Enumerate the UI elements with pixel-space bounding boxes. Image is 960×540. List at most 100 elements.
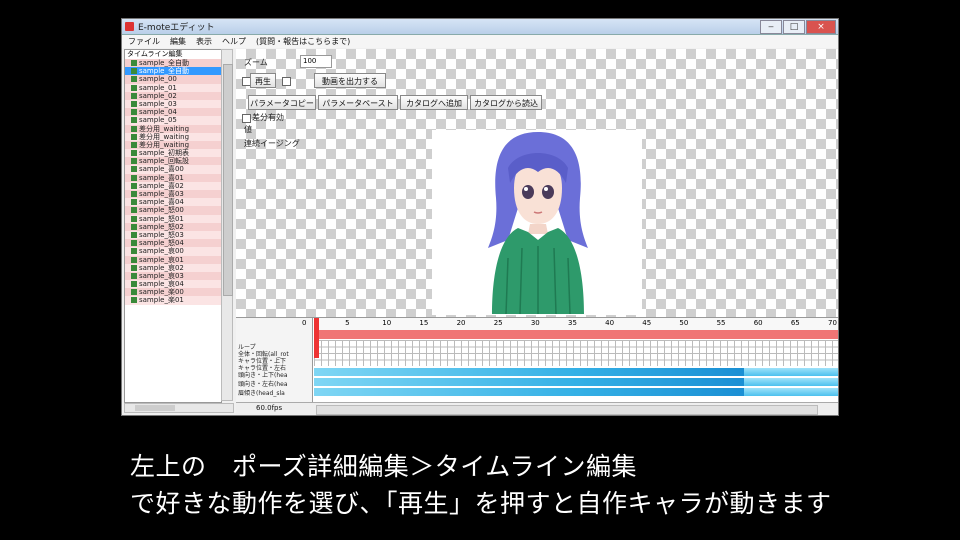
motion-icon	[131, 125, 137, 132]
loop-checkbox[interactable]	[282, 77, 291, 86]
motion-icon	[131, 60, 137, 66]
tree-item[interactable]: sample_全自動	[125, 67, 221, 76]
tree-item-label: sample_04	[139, 108, 177, 117]
frame-tick-label: 35	[568, 319, 577, 327]
tree-item[interactable]: sample_怒00	[125, 206, 221, 215]
scroll-thumb[interactable]	[135, 405, 175, 411]
tree-item[interactable]: sample_喜00	[125, 165, 221, 174]
tree-item[interactable]: sample_喜02	[125, 181, 221, 190]
track-label[interactable]: 眉傾き(head_sla	[238, 388, 285, 397]
tree-vertical-scrollbar[interactable]	[221, 49, 233, 401]
motion-icon	[131, 182, 137, 189]
zoom-input[interactable]: 100	[300, 55, 332, 68]
timeline-horizontal-scrollbar[interactable]	[316, 405, 818, 415]
motion-icon	[131, 109, 137, 116]
diff-enable-checkbox[interactable]	[242, 114, 251, 123]
tree-item[interactable]: sample_喜01	[125, 173, 221, 182]
tree-horizontal-scrollbar[interactable]	[124, 403, 234, 413]
tree-root[interactable]: タイムライン編集	[125, 50, 221, 59]
keyframe-bar[interactable]	[744, 388, 838, 396]
frame-tick-label: 25	[493, 319, 503, 327]
motion-icon	[131, 141, 137, 148]
tree-item[interactable]: sample_00	[125, 75, 221, 84]
export-video-button[interactable]: 動画を出力する	[314, 73, 386, 88]
tree-item[interactable]: sample_怒01	[125, 214, 221, 223]
keyframe-bar[interactable]	[314, 368, 744, 376]
tree-item[interactable]: sample_哀00	[125, 247, 221, 256]
frame-tick-label: 70	[828, 319, 837, 327]
timeline-grid[interactable]: 0 5 10 15 20 25 30 35 40 45 50 55 60 65 70	[302, 318, 838, 402]
param-copy-button[interactable]: パラメータコピー	[248, 95, 316, 110]
close-button[interactable]: ×	[806, 20, 836, 34]
motion-icon	[131, 264, 137, 271]
menu-edit[interactable]: 編集	[170, 35, 186, 48]
motion-icon	[131, 231, 137, 238]
tree-item-label: sample_初期表	[139, 149, 189, 158]
tree-item[interactable]: sample_03	[125, 99, 221, 109]
tree-item[interactable]: sample_02	[125, 91, 221, 100]
tree-item-label: sample_喜01	[139, 173, 184, 182]
zoom-label: ズーム	[244, 58, 268, 67]
tree-item[interactable]: 差分用_waiting	[125, 132, 221, 141]
tree-item[interactable]: 差分用_waiting	[125, 124, 221, 133]
tree-item[interactable]: sample_哀03	[125, 271, 221, 281]
tree-item-label: sample_喜02	[139, 181, 184, 190]
tree-item[interactable]: 差分用_waiting	[125, 140, 221, 150]
frame-tick-label: 30	[530, 319, 540, 327]
frame-tick-label: 65	[790, 319, 800, 327]
motion-icon	[131, 297, 137, 304]
keyframe-bar[interactable]	[744, 368, 838, 376]
keyframe-bar[interactable]	[744, 378, 838, 386]
tree-item-label: sample_怒00	[139, 206, 184, 215]
title-bar: E-moteエディット ‒ □ ×	[122, 19, 838, 35]
frame-tick-label: 55	[716, 319, 726, 327]
tree-item[interactable]: sample_哀01	[125, 255, 221, 264]
catalog-load-button[interactable]: カタログから読込	[470, 95, 542, 110]
frame-tick-label: 5	[345, 319, 350, 327]
frame-tick-label: 0	[302, 319, 307, 327]
tree-item-label: 差分用_waiting	[139, 132, 190, 141]
tree-item-label: sample_哀02	[139, 263, 184, 272]
menu-feedback[interactable]: (質問・報告はこちらまで)	[256, 35, 350, 48]
menu-bar: ファイル 編集 表示 ヘルプ (質問・報告はこちらまで)	[122, 35, 838, 48]
track-label[interactable]: 頭向き・左右(hea	[238, 379, 288, 388]
scroll-thumb[interactable]	[223, 64, 233, 296]
param-paste-button[interactable]: パラメータペースト	[318, 95, 398, 110]
tree-item-label: sample_哀04	[139, 280, 184, 289]
menu-file[interactable]: ファイル	[128, 35, 160, 48]
keyframe-bar[interactable]	[314, 388, 744, 396]
track-label[interactable]: 頭向き・上下(hea	[238, 370, 288, 379]
frame-tick-label: 10	[382, 319, 392, 327]
continuous-easing-label: 連続イージング	[244, 139, 300, 148]
tree-item[interactable]: sample_04	[125, 108, 221, 117]
tree-item[interactable]: sample_怒03	[125, 230, 221, 240]
keyframe-cells[interactable]	[314, 340, 838, 366]
tree-item[interactable]: sample_楽01	[125, 296, 221, 305]
tree-item[interactable]: sample_怒02	[125, 222, 221, 231]
catalog-add-button[interactable]: カタログへ追加	[400, 95, 468, 110]
tree-item[interactable]: sample_01	[125, 83, 221, 92]
playhead[interactable]	[314, 318, 319, 358]
tree-item[interactable]: sample_全自動	[125, 59, 221, 68]
frame-tick-label: 45	[642, 319, 652, 327]
tree-item[interactable]: sample_喜03	[125, 190, 221, 199]
tree-item-label: sample_05	[139, 116, 177, 125]
timeline-tree[interactable]: タイムライン編集 sample_全自動 sample_全自動 sample_00 sa…	[124, 49, 222, 403]
motion-icon	[131, 281, 137, 288]
timeline-panel[interactable]: ループ 全体・回転(all_rot キャラ位置・上下 キャラ位置・左右 頭向き・上下(h…	[236, 317, 838, 402]
menu-view[interactable]: 表示	[196, 35, 212, 48]
motion-icon	[131, 272, 137, 279]
loop-track-bar[interactable]	[314, 330, 838, 339]
menu-help[interactable]: ヘルプ	[222, 35, 246, 48]
keyframe-bar[interactable]	[314, 378, 744, 386]
play-button[interactable]: 再生	[250, 73, 276, 88]
motion-icon	[131, 223, 137, 230]
value-label: 値	[244, 125, 252, 134]
maximize-button[interactable]: □	[783, 20, 805, 34]
tree-item-label: sample_怒03	[139, 230, 184, 239]
status-bar: 60.0fps	[236, 402, 838, 415]
tree-item[interactable]: sample_05	[125, 116, 221, 125]
minimize-button[interactable]: ‒	[760, 20, 782, 34]
tree-item[interactable]: sample_哀02	[125, 263, 221, 272]
fps-readout: 60.0fps	[256, 404, 283, 412]
